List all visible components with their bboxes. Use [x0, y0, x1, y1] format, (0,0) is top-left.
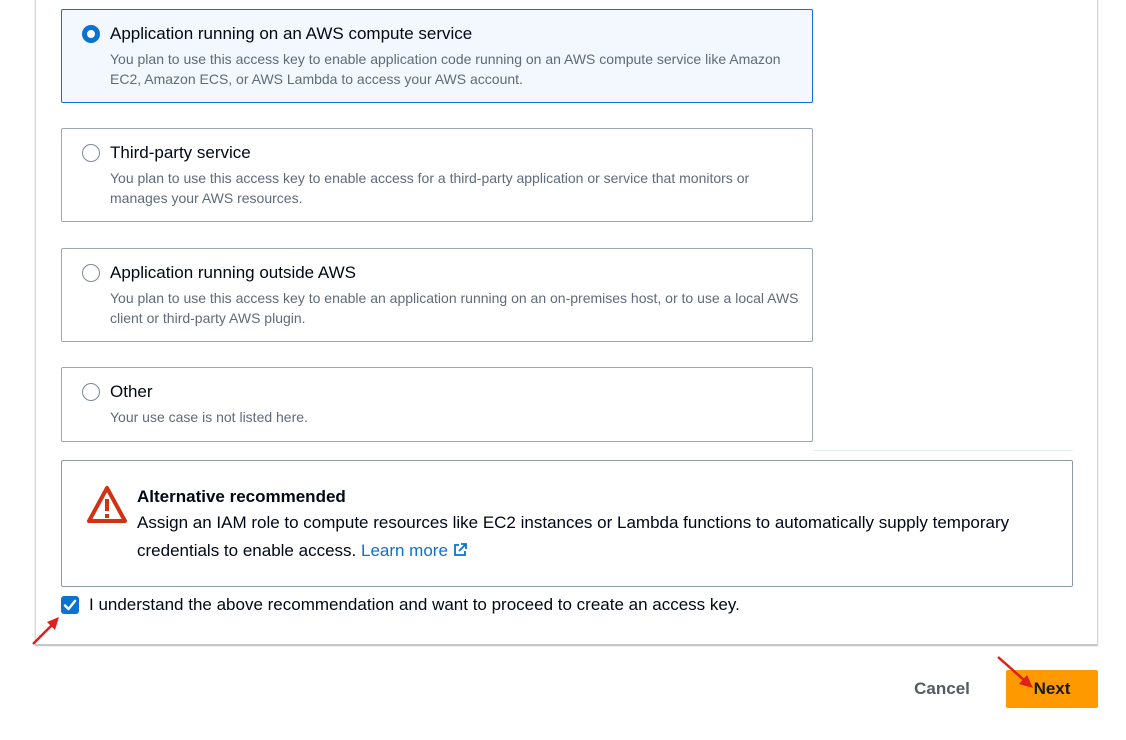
alert-title: Alternative recommended: [137, 487, 346, 506]
use-case-option-aws-compute[interactable]: Application running on an AWS compute se…: [61, 9, 813, 103]
radio-button[interactable]: [82, 383, 100, 401]
alternative-recommended-alert: Alternative recommended Assign an IAM ro…: [61, 460, 1073, 587]
acknowledge-label[interactable]: I understand the above recommendation an…: [89, 595, 740, 615]
checkmark-icon: [63, 599, 77, 611]
radio-button-selected[interactable]: [82, 25, 100, 43]
option-description: Your use case is not listed here.: [110, 409, 308, 425]
option-description: You plan to use this access key to enabl…: [110, 170, 750, 206]
option-title: Third-party service: [110, 143, 251, 162]
external-link-icon: [452, 539, 468, 567]
cancel-button[interactable]: Cancel: [896, 670, 988, 708]
option-title: Other: [110, 382, 153, 401]
acknowledge-checkbox[interactable]: [61, 596, 79, 614]
alert-message: Assign an IAM role to compute resources …: [137, 513, 1010, 560]
learn-more-label: Learn more: [360, 541, 448, 560]
radio-button[interactable]: [82, 264, 100, 282]
option-description: You plan to use this access key to enabl…: [110, 51, 781, 87]
radio-button[interactable]: [82, 144, 100, 162]
warning-icon: [86, 485, 128, 525]
use-case-option-outside-aws[interactable]: Application running outside AWS You plan…: [61, 248, 813, 342]
use-case-option-third-party[interactable]: Third-party service You plan to use this…: [61, 128, 813, 222]
option-description: You plan to use this access key to enabl…: [110, 290, 799, 326]
divider: [813, 450, 1073, 451]
option-title: Application running on an AWS compute se…: [110, 24, 473, 43]
learn-more-link[interactable]: Learn more: [361, 541, 468, 560]
next-button[interactable]: Next: [1006, 670, 1098, 708]
option-title: Application running outside AWS: [110, 263, 357, 282]
use-case-option-other[interactable]: Other Your use case is not listed here.: [61, 367, 813, 442]
alert-body: Assign an IAM role to compute resources …: [137, 509, 1037, 567]
